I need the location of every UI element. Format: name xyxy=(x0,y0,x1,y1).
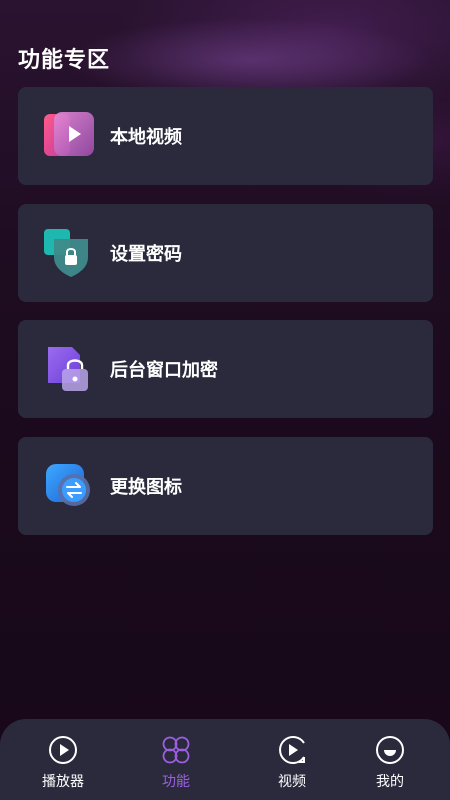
background-window-lock-icon xyxy=(42,341,98,397)
feature-label: 设置密码 xyxy=(110,244,182,265)
profile-face-icon xyxy=(375,735,405,765)
feature-background-window-lock[interactable]: 后台窗口加密 xyxy=(18,320,433,418)
video-circle-icon xyxy=(277,735,307,765)
tab-label: 功能 xyxy=(162,774,190,790)
feature-label: 后台窗口加密 xyxy=(110,360,218,381)
tab-features[interactable]: 功能 xyxy=(131,719,221,800)
page-title: 功能专区 xyxy=(18,48,111,73)
bottom-tab-bar: 播放器 功能 视频 我的 xyxy=(0,719,450,800)
feature-label: 更换图标 xyxy=(110,477,182,498)
feature-set-password[interactable]: 设置密码 xyxy=(18,204,433,302)
tab-videos[interactable]: 视频 xyxy=(247,719,337,800)
local-video-icon xyxy=(42,108,98,164)
feature-local-video[interactable]: 本地视频 xyxy=(18,87,433,185)
set-password-icon xyxy=(42,225,98,281)
tab-label: 我的 xyxy=(376,774,404,790)
feature-change-icon[interactable]: 更换图标 xyxy=(18,437,433,535)
tab-profile[interactable]: 我的 xyxy=(345,719,435,800)
feature-label: 本地视频 xyxy=(110,127,182,148)
tab-player[interactable]: 播放器 xyxy=(18,719,108,800)
clover-icon xyxy=(161,735,191,765)
play-circle-icon xyxy=(48,735,78,765)
change-icon-icon xyxy=(42,458,98,514)
tab-label: 视频 xyxy=(278,774,306,790)
tab-label: 播放器 xyxy=(42,774,84,790)
